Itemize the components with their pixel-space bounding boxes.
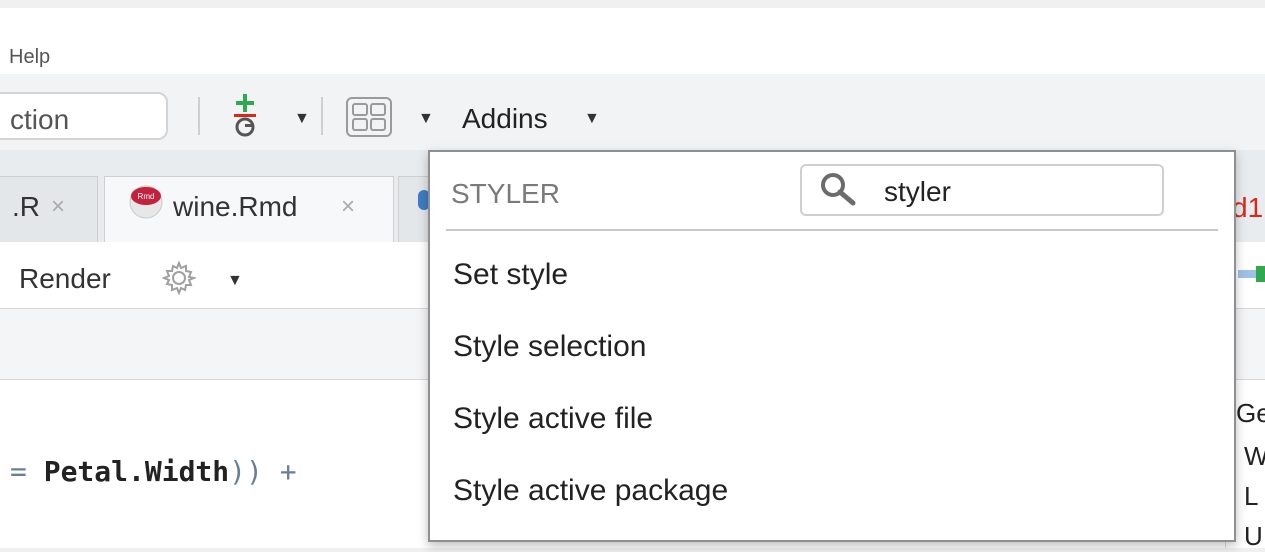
addin-item-style-selection[interactable]: Style selection [453,330,646,364]
menubar [0,8,1265,74]
addins-search-value: styler [884,176,951,207]
version-control-chevron-down-icon[interactable]: ▼ [294,110,310,128]
right-pane-line: Ge [1236,398,1265,428]
window-top-strip [0,0,1265,8]
tab-label: .R [12,191,40,222]
goto-function-input-value: ction [10,104,70,135]
tab-label: wine.Rmd [173,191,298,222]
render-options-chevron-down-icon[interactable]: ▼ [227,272,243,290]
dropdown-divider [446,229,1218,231]
rmd-file-icon: Rmd [128,182,164,227]
code-operator: )) + [229,455,297,488]
right-pane-tab-fragment[interactable]: d1 [1232,192,1263,224]
right-pane-toolbar-icon-accent [1256,266,1265,282]
menu-help[interactable]: Help [9,46,50,69]
tab-close-icon[interactable]: × [341,193,355,221]
addins-chevron-down-icon[interactable]: ▼ [584,110,600,128]
rmd-icon-label: Rmd [138,192,155,201]
right-pane-line: W [1244,441,1265,471]
code-line: = Petal.Width)) + [10,455,297,488]
right-pane-line: U [1244,521,1263,551]
addin-item-style-active-package[interactable]: Style active package [453,474,728,508]
addins-section-header: STYLER [451,178,560,209]
addin-item-set-style[interactable]: Set style [453,258,568,292]
search-icon [817,170,861,215]
tab-close-icon[interactable]: × [51,193,65,221]
version-control-icon[interactable] [232,94,258,143]
gear-icon[interactable] [161,260,198,300]
right-pane-line: L [1244,481,1259,511]
main-toolbar [0,74,1265,151]
layout-chevron-down-icon[interactable]: ▼ [418,110,434,128]
grid-layout-icon[interactable] [345,96,393,143]
addins-menu-button[interactable]: Addins [462,103,548,135]
code-operator: = [10,455,44,488]
toolbar-separator [198,97,200,135]
addin-item-style-active-file[interactable]: Style active file [453,402,653,436]
toolbar-separator [321,97,323,135]
code-identifier: Petal.Width [43,455,230,488]
render-button[interactable]: Render [19,263,111,295]
